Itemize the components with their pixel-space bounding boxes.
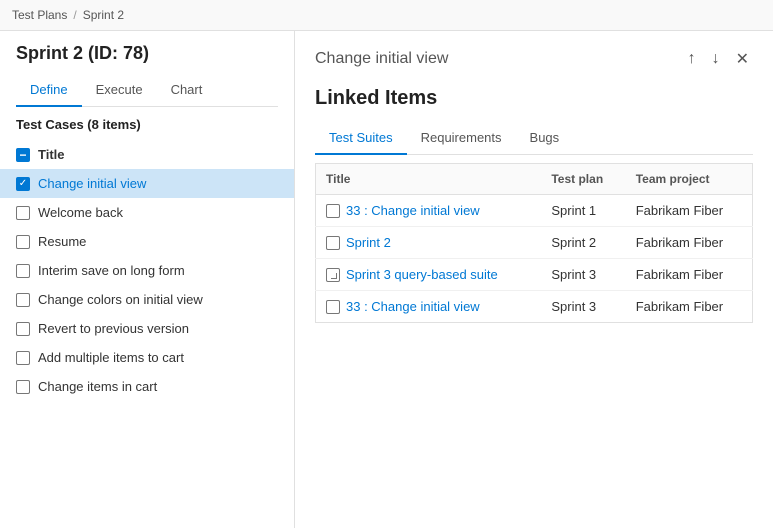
panel-header: Change initial view ↑ ↓ ✕ <box>315 47 753 71</box>
suite-icon <box>326 300 340 314</box>
table-cell-title: 33 : Change initial view <box>316 195 542 227</box>
test-cases-list: Title Change initial view Welcome back R… <box>0 140 294 528</box>
table-row: 33 : Change initial view Sprint 1 Fabrik… <box>316 195 753 227</box>
tab-execute[interactable]: Execute <box>82 74 157 107</box>
title-link[interactable]: 33 : Change initial view <box>346 203 480 218</box>
left-tabs: Define Execute Chart <box>16 74 278 107</box>
title-link[interactable]: 33 : Change initial view <box>346 299 480 314</box>
breadcrumb-test-plans[interactable]: Test Plans <box>12 8 67 22</box>
table-cell-title: Sprint 3 query-based suite <box>316 259 542 291</box>
checkbox-welcome-back[interactable] <box>16 206 30 220</box>
suite-icon <box>326 204 340 218</box>
list-item-header: Title <box>0 140 294 169</box>
table-cell-test-plan: Sprint 3 <box>541 291 625 323</box>
linked-items-title: Linked Items <box>315 87 753 110</box>
table-cell-test-plan: Sprint 3 <box>541 259 625 291</box>
title-link[interactable]: Sprint 3 query-based suite <box>346 267 498 282</box>
table-cell-title: Sprint 2 <box>316 227 542 259</box>
table-cell-team-project: Fabrikam Fiber <box>626 291 753 323</box>
checkbox-change-items[interactable] <box>16 380 30 394</box>
breadcrumb-separator: / <box>73 8 76 22</box>
cell-title-container: 33 : Change initial view <box>326 299 531 314</box>
query-suite-icon <box>326 268 340 282</box>
checkbox-change-initial-view[interactable] <box>16 177 30 191</box>
label-change-items: Change items in cart <box>38 379 157 394</box>
table-row: Sprint 3 query-based suite Sprint 3 Fabr… <box>316 259 753 291</box>
tab-chart[interactable]: Chart <box>157 74 217 107</box>
tab-test-suites[interactable]: Test Suites <box>315 122 407 155</box>
list-item-change-initial-view[interactable]: Change initial view <box>0 169 294 198</box>
up-button[interactable]: ↑ <box>684 48 700 70</box>
label-revert: Revert to previous version <box>38 321 189 336</box>
checkbox-revert[interactable] <box>16 322 30 336</box>
table-cell-title: 33 : Change initial view <box>316 291 542 323</box>
tab-requirements[interactable]: Requirements <box>407 122 516 155</box>
checkbox-add-multiple[interactable] <box>16 351 30 365</box>
label-interim-save: Interim save on long form <box>38 263 185 278</box>
list-item-change-items[interactable]: Change items in cart <box>0 372 294 401</box>
checkbox-change-colors[interactable] <box>16 293 30 307</box>
tab-bugs[interactable]: Bugs <box>516 122 574 155</box>
checkbox-header[interactable] <box>16 148 30 162</box>
breadcrumb-sprint2[interactable]: Sprint 2 <box>83 8 124 22</box>
cell-title-container: Sprint 2 <box>326 235 531 250</box>
list-item-change-colors[interactable]: Change colors on initial view <box>0 285 294 314</box>
table-cell-test-plan: Sprint 1 <box>541 195 625 227</box>
sprint-title: Sprint 2 (ID: 78) <box>16 43 278 64</box>
label-resume: Resume <box>38 234 86 249</box>
label-add-multiple: Add multiple items to cart <box>38 350 184 365</box>
checkbox-resume[interactable] <box>16 235 30 249</box>
list-item-interim-save[interactable]: Interim save on long form <box>0 256 294 285</box>
close-button[interactable]: ✕ <box>732 47 753 71</box>
table-cell-test-plan: Sprint 2 <box>541 227 625 259</box>
list-item-revert[interactable]: Revert to previous version <box>0 314 294 343</box>
label-change-colors: Change colors on initial view <box>38 292 203 307</box>
linked-table: Title Test plan Team project 33 : Change… <box>315 163 753 323</box>
panel-title: Change initial view <box>315 50 448 68</box>
right-panel: Change initial view ↑ ↓ ✕ Linked Items T… <box>295 31 773 528</box>
test-cases-header: Test Cases (8 items) <box>0 107 294 140</box>
main-layout: Sprint 2 (ID: 78) Define Execute Chart T… <box>0 31 773 528</box>
left-panel-header: Sprint 2 (ID: 78) Define Execute Chart <box>0 31 294 107</box>
panel-actions: ↑ ↓ ✕ <box>684 47 753 71</box>
label-welcome-back: Welcome back <box>38 205 123 220</box>
table-cell-team-project: Fabrikam Fiber <box>626 195 753 227</box>
down-button[interactable]: ↓ <box>708 48 724 70</box>
table-header-row: Title Test plan Team project <box>316 164 753 195</box>
breadcrumb: Test Plans / Sprint 2 <box>0 0 773 31</box>
col-test-plan: Test plan <box>541 164 625 195</box>
list-item-add-multiple[interactable]: Add multiple items to cart <box>0 343 294 372</box>
table-row: 33 : Change initial view Sprint 3 Fabrik… <box>316 291 753 323</box>
label-change-initial-view: Change initial view <box>38 176 146 191</box>
table-cell-team-project: Fabrikam Fiber <box>626 227 753 259</box>
cell-title-container: Sprint 3 query-based suite <box>326 267 531 282</box>
column-title-label: Title <box>38 147 65 162</box>
checkbox-interim-save[interactable] <box>16 264 30 278</box>
list-item-resume[interactable]: Resume <box>0 227 294 256</box>
tab-define[interactable]: Define <box>16 74 82 107</box>
left-panel: Sprint 2 (ID: 78) Define Execute Chart T… <box>0 31 295 528</box>
table-row: Sprint 2 Sprint 2 Fabrikam Fiber <box>316 227 753 259</box>
cell-title-container: 33 : Change initial view <box>326 203 531 218</box>
suite-icon <box>326 236 340 250</box>
list-item-welcome-back[interactable]: Welcome back <box>0 198 294 227</box>
table-cell-team-project: Fabrikam Fiber <box>626 259 753 291</box>
col-title: Title <box>316 164 542 195</box>
title-link[interactable]: Sprint 2 <box>346 235 391 250</box>
right-tabs: Test Suites Requirements Bugs <box>315 122 753 155</box>
col-team-project: Team project <box>626 164 753 195</box>
